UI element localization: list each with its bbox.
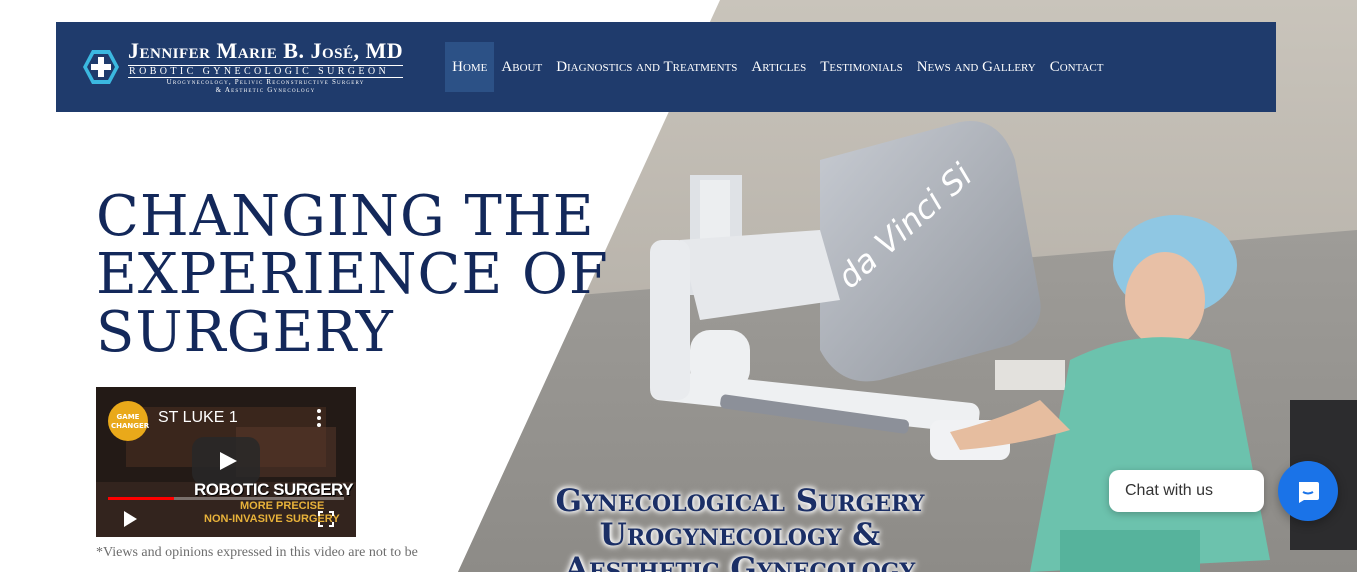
logo-subtitle-line2: & Aesthetic Gynecology — [215, 86, 316, 94]
overlay-line-1: Gynecological Surgery — [555, 483, 925, 519]
nav-item-articles[interactable]: Articles — [744, 42, 813, 92]
nav-item-contact[interactable]: Contact — [1043, 42, 1111, 92]
nav-item-news-and-gallery[interactable]: News and Gallery — [910, 42, 1043, 92]
nav-item-home[interactable]: Home — [445, 42, 495, 92]
nav-item-diagnostics-and-treatments[interactable]: Diagnostics and Treatments — [549, 42, 744, 92]
logo-name: Jennifer Marie B. José, MD — [128, 38, 404, 63]
channel-badge-line-1: GAME — [116, 413, 140, 421]
chat-with-us-label[interactable]: Chat with us — [1109, 470, 1264, 512]
site-logo[interactable]: Jennifer Marie B. José, MD Robotic Gynec… — [82, 38, 404, 94]
chat-bubble-icon — [1299, 482, 1319, 503]
logo-title: Robotic Gynecologic Surgeon — [128, 65, 404, 78]
headline-line-2: EXPERIENCE OF — [96, 242, 609, 307]
site-header: Jennifer Marie B. José, MD Robotic Gynec… — [56, 22, 1276, 112]
video-player[interactable]: GAME CHANGER ST LUKE 1 ROBOTIC SURGERY M… — [96, 387, 356, 537]
video-disclaimer: *Views and opinions expressed in this vi… — [96, 545, 418, 560]
chat-launcher-button[interactable] — [1278, 461, 1338, 521]
channel-avatar[interactable]: GAME CHANGER — [108, 401, 150, 441]
page: da Vinci Si Jennifer Marie B. José, MD R… — [0, 0, 1357, 572]
logo-text: Jennifer Marie B. José, MD Robotic Gynec… — [128, 38, 404, 94]
overlay-line-3: Aesthetic Gynecology — [564, 551, 916, 572]
play-icon[interactable] — [192, 437, 260, 485]
video-play-control-icon[interactable] — [124, 511, 137, 527]
medical-cross-hexagon-icon — [83, 50, 119, 84]
headline-line-1: CHANGING THE — [96, 184, 595, 249]
video-title[interactable]: ST LUKE 1 — [158, 409, 238, 427]
channel-badge-line-2: CHANGER — [111, 422, 150, 430]
headline-line-3: SURGERY — [96, 300, 394, 365]
overlay-line-2: Urogynecology & — [599, 517, 881, 553]
hero-headline: CHANGING THE EXPERIENCE OF SURGERY — [96, 188, 616, 362]
nav-item-testimonials[interactable]: Testimonials — [813, 42, 910, 92]
fullscreen-icon[interactable] — [318, 511, 334, 527]
main-nav: Home About Diagnostics and Treatments Ar… — [445, 42, 1110, 92]
video-progress-fill — [108, 497, 175, 500]
hero-overlay-text: Gynecological Surgery Urogynecology & Ae… — [510, 484, 970, 572]
video-progress-bar[interactable] — [108, 497, 344, 500]
nav-item-about[interactable]: About — [494, 42, 549, 92]
logo-subtitle-line1: Urogynecology, Pelivic Reconstructive Su… — [166, 78, 365, 86]
more-vert-icon[interactable] — [314, 407, 324, 429]
